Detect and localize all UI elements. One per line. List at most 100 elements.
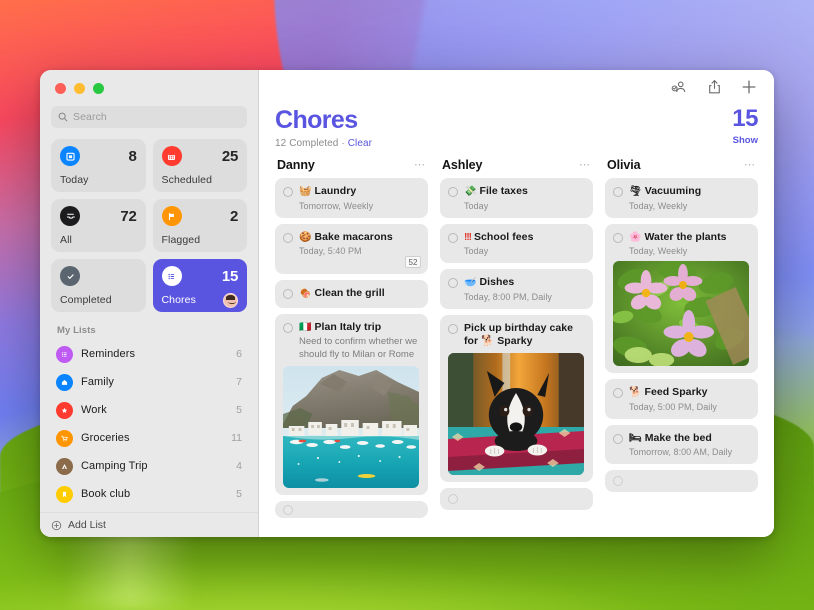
separator-dot: · [341, 138, 344, 149]
complete-toggle[interactable] [448, 494, 458, 504]
today-label: Today [60, 174, 137, 192]
reminder-due: Today, 5:00 PM, Daily [629, 402, 749, 412]
reminder-card[interactable]: 🐕 Feed Sparky Today, 5:00 PM, Daily [605, 379, 758, 419]
complete-toggle[interactable] [613, 434, 623, 444]
tent-icon [56, 458, 73, 475]
bookmark-icon [56, 486, 73, 503]
flagged-count: 2 [230, 208, 238, 225]
all-label: All [60, 234, 137, 252]
minimize-button[interactable] [74, 83, 85, 94]
list-header: Chores 12 Completed · Clear 15 Show [259, 104, 774, 149]
reminder-card[interactable]: 🌸 Water the plants Today, Weekly [605, 224, 758, 374]
scheduled-label: Scheduled [162, 174, 239, 192]
reminder-card[interactable]: 🍖 Clean the grill [275, 280, 428, 308]
complete-toggle[interactable] [613, 233, 623, 243]
complete-toggle[interactable] [283, 505, 293, 515]
add-list-label: Add List [68, 519, 106, 531]
complete-toggle[interactable] [283, 233, 293, 243]
zoom-button[interactable] [93, 83, 104, 94]
flower-emoji-icon: 🌸 [629, 232, 642, 243]
new-reminder-row[interactable] [440, 488, 593, 510]
complete-toggle[interactable] [448, 233, 458, 243]
column-menu-button[interactable]: ⋯ [414, 160, 426, 171]
sidebar-item-work[interactable]: Work 5 [48, 396, 250, 424]
reminder-title: Pick up birthday cake for 🐕 Sparky [464, 322, 584, 348]
italy-coast-photo[interactable] [283, 366, 419, 488]
reminder-card[interactable]: 🧺 Laundry Tomorrow, Weekly [275, 178, 428, 218]
window-controls [40, 70, 258, 94]
cosmos-flowers-photo[interactable] [613, 261, 749, 366]
sidebar-item-reminders[interactable]: Reminders 6 [48, 340, 250, 368]
reminder-card[interactable]: 💸 File taxes Today [440, 178, 593, 218]
list-count: 6 [236, 348, 242, 360]
close-button[interactable] [55, 83, 66, 94]
boston-terrier-photo[interactable] [448, 353, 584, 475]
complete-toggle[interactable] [613, 476, 623, 486]
add-reminder-button[interactable] [740, 78, 758, 96]
column-menu-button[interactable]: ⋯ [744, 160, 756, 171]
list-bullet-icon [56, 346, 73, 363]
reminder-card[interactable]: 🇮🇹 Plan Italy trip Need to confirm wheth… [275, 314, 428, 495]
share-contact-button[interactable] [670, 78, 688, 96]
column-title: Ashley [442, 158, 482, 172]
reminder-title: 🍖 Clean the grill [299, 287, 419, 301]
cart-icon [56, 430, 73, 447]
complete-toggle[interactable] [283, 187, 293, 197]
sidebar-item-flagged[interactable]: 2 Flagged [153, 199, 248, 252]
macaron-emoji-icon: 🍪 [299, 232, 312, 243]
list-count: 11 [231, 432, 242, 444]
complete-toggle[interactable] [448, 324, 458, 334]
reminder-card[interactable]: !!! School fees Today [440, 224, 593, 264]
complete-toggle[interactable] [448, 278, 458, 288]
reminder-card[interactable]: 🛏 Make the bed Tomorrow, 8:00 AM, Daily [605, 425, 758, 465]
person-badge-icon [671, 80, 687, 94]
scheduled-calendar-icon [162, 146, 182, 166]
sidebar-item-completed[interactable]: Completed [51, 259, 146, 312]
reminder-card[interactable]: Pick up birthday cake for 🐕 Sparky [440, 315, 593, 482]
complete-toggle[interactable] [613, 187, 623, 197]
column-menu-button[interactable]: ⋯ [579, 160, 591, 171]
column-olivia: Olivia ⋯ 🌪 Vacuuming Today, Weekly [605, 158, 758, 518]
complete-toggle[interactable] [283, 289, 293, 299]
reminder-title: 🍪 Bake macarons [299, 231, 419, 245]
scheduled-count: 25 [222, 148, 238, 165]
clear-completed-link[interactable]: Clear [348, 138, 372, 149]
list-count: 4 [236, 460, 242, 472]
money-emoji-icon: 💸 [464, 186, 477, 197]
list-label: Family [81, 376, 228, 388]
new-reminder-row[interactable] [275, 501, 428, 518]
sidebar-item-chores[interactable]: 15 Chores [153, 259, 248, 312]
new-reminder-row[interactable] [605, 470, 758, 492]
add-list-button[interactable]: Add List [40, 512, 258, 537]
reminder-due: Tomorrow, Weekly [299, 201, 419, 211]
sidebar-item-family[interactable]: Family 7 [48, 368, 250, 396]
reminder-due: Today, 8:00 PM, Daily [464, 292, 584, 302]
reminder-card[interactable]: 🌪 Vacuuming Today, Weekly [605, 178, 758, 218]
reminder-card[interactable]: 🍪 Bake macarons Today, 5:40 PM 52 [275, 224, 428, 275]
reminder-due: Tomorrow, 8:00 AM, Daily [629, 447, 749, 457]
laundry-emoji-icon: 🧺 [299, 186, 312, 197]
reminder-due: Today, Weekly [629, 201, 749, 211]
share-button[interactable] [705, 78, 723, 96]
list-label: Reminders [81, 348, 228, 360]
plus-circle-icon [51, 520, 62, 531]
complete-toggle[interactable] [448, 187, 458, 197]
complete-toggle[interactable] [613, 388, 623, 398]
all-count: 72 [120, 208, 136, 225]
reminders-window: Search 8 Today [40, 70, 774, 537]
search-input[interactable]: Search [51, 106, 247, 128]
reminder-due: Today, 5:40 PM [299, 246, 419, 256]
complete-toggle[interactable] [283, 323, 293, 333]
sidebar-item-today[interactable]: 8 Today [51, 139, 146, 192]
sidebar-item-groceries[interactable]: Groceries 11 [48, 424, 250, 452]
sidebar-item-scheduled[interactable]: 25 Scheduled [153, 139, 248, 192]
today-calendar-icon [60, 146, 80, 166]
sidebar-item-all[interactable]: 72 All [51, 199, 146, 252]
show-completed-link[interactable]: Show [732, 135, 758, 146]
bowl-emoji-icon: 🥣 [464, 277, 477, 288]
list-bullet-icon [162, 266, 182, 286]
reminder-card[interactable]: 🥣 Dishes Today, 8:00 PM, Daily [440, 269, 593, 309]
sidebar-item-camping-trip[interactable]: Camping Trip 4 [48, 452, 250, 480]
sidebar: Search 8 Today [40, 70, 259, 537]
sidebar-item-book-club[interactable]: Book club 5 [48, 480, 250, 508]
